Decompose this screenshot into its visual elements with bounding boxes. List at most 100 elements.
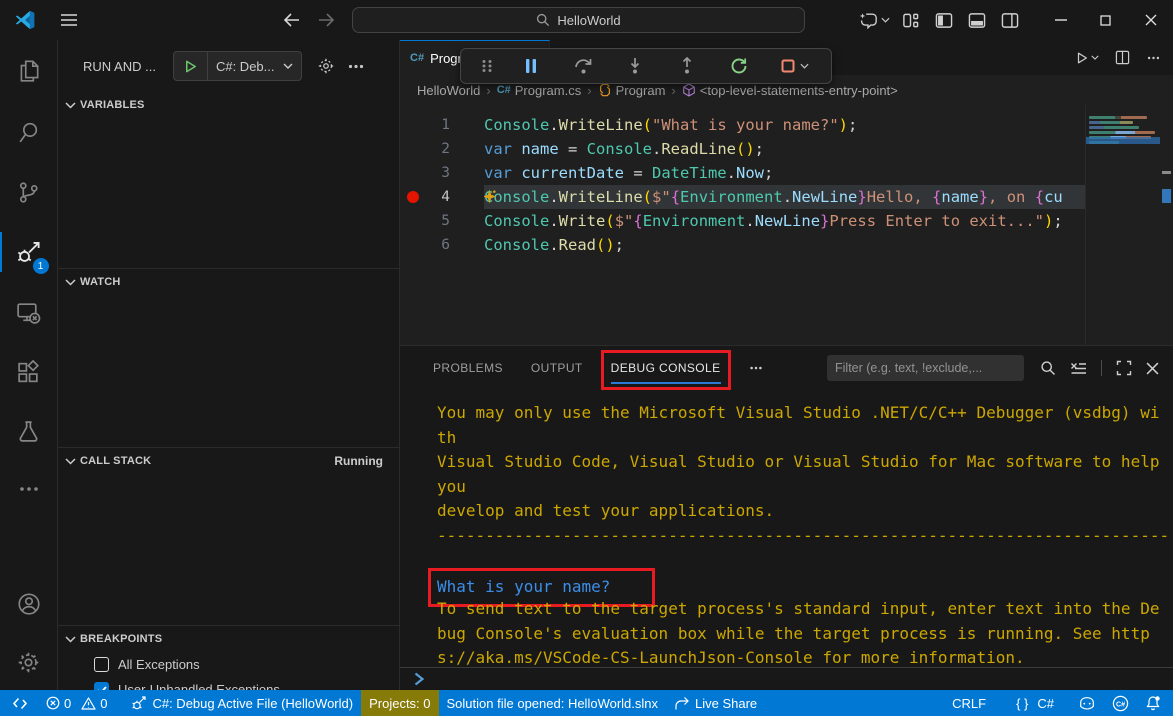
toggle-primary-sidebar-icon[interactable]	[927, 12, 960, 29]
watch-header[interactable]: WATCH	[58, 269, 399, 295]
chevron-right-icon: ›	[587, 83, 591, 98]
code-lines[interactable]: 1Console.WriteLine("What is your name?")…	[400, 105, 1085, 345]
step-into-button[interactable]	[609, 57, 661, 75]
code-line[interactable]: 2var name = Console.ReadLine();	[400, 137, 1085, 161]
breakpoint-gutter[interactable]	[400, 209, 426, 233]
breakpoint-row[interactable]: All Exceptions	[58, 652, 399, 677]
debug-console-output[interactable]: You may only use the Microsoft Visual St…	[400, 390, 1173, 667]
filter-input[interactable]	[835, 361, 1016, 375]
settings-button[interactable]	[0, 634, 58, 690]
sidebar-item-explorer[interactable]	[0, 40, 58, 102]
breakpoint-row[interactable]: User-Unhandled Exceptions	[58, 677, 399, 690]
breakpoint-indicator[interactable]	[400, 185, 426, 209]
code-text[interactable]: Console.Write($"{Environment.NewLine}Pre…	[484, 209, 1085, 233]
minimap[interactable]	[1085, 105, 1160, 345]
maximize-button[interactable]	[1083, 0, 1128, 40]
command-center-search[interactable]: HelloWorld	[352, 7, 805, 33]
chevron-down-icon[interactable]	[283, 63, 301, 69]
run-or-debug-button[interactable]	[1075, 51, 1099, 65]
title-bar: HelloWorld	[0, 0, 1173, 40]
step-over-button[interactable]	[557, 57, 609, 75]
notifications-bell-icon[interactable]	[1137, 690, 1173, 716]
code-line[interactable]: 3var currentDate = DateTime.Now;	[400, 161, 1085, 185]
sidebar-item-extensions[interactable]	[0, 342, 58, 402]
breakpoint-gutter[interactable]	[400, 161, 426, 185]
eol-indicator[interactable]: CRLF	[944, 690, 994, 716]
breadcrumb-project[interactable]: HelloWorld	[417, 83, 480, 98]
breakpoint-gutter[interactable]	[400, 113, 426, 137]
maximize-panel-icon[interactable]	[1116, 360, 1132, 376]
errors-warnings[interactable]: 0 0	[38, 690, 115, 716]
code-text[interactable]: Console.WriteLine($"{Environment.NewLine…	[484, 185, 1085, 209]
tab-debug-console[interactable]: DEBUG CONSOLE	[611, 346, 721, 390]
copilot-sparkle-icon[interactable]	[484, 189, 497, 204]
forward-arrow-icon[interactable]	[318, 13, 335, 27]
toggle-panel-icon[interactable]	[960, 12, 993, 29]
code-line[interactable]: 1Console.WriteLine("What is your name?")…	[400, 113, 1085, 137]
back-arrow-icon[interactable]	[283, 13, 300, 27]
start-debugging-button[interactable]	[174, 52, 208, 80]
stop-button[interactable]	[765, 58, 823, 74]
error-icon	[46, 696, 60, 710]
projects-status-item[interactable]: Projects: 0	[361, 690, 438, 716]
customize-layout-icon[interactable]	[894, 12, 927, 29]
code-line[interactable]: 6Console.Read();	[400, 233, 1085, 257]
restart-button[interactable]	[713, 57, 765, 75]
search-icon[interactable]	[1040, 360, 1056, 376]
toggle-secondary-sidebar-icon[interactable]	[993, 12, 1026, 29]
toolbar-drag-handle[interactable]	[469, 59, 505, 73]
menu-icon[interactable]	[60, 13, 78, 27]
breadcrumb-class[interactable]: Program	[598, 83, 666, 98]
sidebar-item-run-and-debug[interactable]: 1	[0, 222, 58, 282]
sidebar-item-source-control[interactable]	[0, 162, 58, 222]
tab-problems[interactable]: PROBLEMS	[433, 346, 503, 390]
csharp-extension-icon[interactable]: C#	[1104, 690, 1137, 716]
live-share-item[interactable]: Live Share	[666, 690, 765, 716]
code-text[interactable]: var name = Console.ReadLine();	[484, 137, 1085, 161]
sidebar-item-search[interactable]	[0, 102, 58, 162]
language-mode[interactable]: { } C#	[1008, 690, 1062, 716]
checkbox-checked[interactable]	[94, 682, 109, 690]
debug-status-item[interactable]: C#: Debug Active File (HelloWorld)	[123, 690, 361, 716]
account-button[interactable]	[0, 574, 58, 634]
console-filter[interactable]	[827, 355, 1024, 381]
checkbox-unchecked[interactable]	[94, 657, 109, 672]
debug-console-input[interactable]	[400, 667, 1173, 690]
call-stack-header[interactable]: CALL STACK Running	[58, 448, 399, 474]
breadcrumb-file[interactable]: C# Program.cs	[497, 83, 582, 98]
breakpoints-header[interactable]: BREAKPOINTS	[58, 626, 399, 652]
debug-launch-control: C#: Deb...	[173, 51, 302, 81]
console-line: develop and test your applications.	[437, 499, 1173, 524]
activity-more-actions[interactable]	[0, 460, 58, 518]
remote-indicator[interactable]	[2, 690, 38, 716]
minimize-button[interactable]	[1038, 0, 1083, 40]
code-editor[interactable]: 1Console.WriteLine("What is your name?")…	[400, 105, 1173, 345]
sidebar-more-actions-icon[interactable]	[348, 64, 364, 69]
solution-status-item[interactable]: Solution file opened: HelloWorld.slnx	[439, 690, 667, 716]
variables-header[interactable]: VARIABLES	[58, 92, 399, 118]
copilot-chat-icon[interactable]	[854, 12, 894, 29]
close-window-button[interactable]	[1128, 0, 1173, 40]
tab-output[interactable]: OUTPUT	[531, 346, 583, 390]
close-panel-icon[interactable]	[1146, 362, 1159, 375]
copilot-status-icon[interactable]	[1070, 690, 1104, 716]
code-line[interactable]: 4Console.WriteLine($"{Environment.NewLin…	[400, 185, 1085, 209]
breadcrumb-entry-point[interactable]: <top-level-statements-entry-point>	[682, 83, 898, 98]
code-line[interactable]: 5Console.Write($"{Environment.NewLine}Pr…	[400, 209, 1085, 233]
panel-more-tabs-icon[interactable]	[749, 366, 763, 370]
code-text[interactable]: Console.Read();	[484, 233, 1085, 257]
split-editor-icon[interactable]	[1115, 50, 1130, 65]
clear-console-icon[interactable]	[1070, 361, 1087, 376]
sidebar-item-testing[interactable]	[0, 402, 58, 460]
console-line: ----------------------------------------…	[437, 524, 1173, 549]
breakpoint-gutter[interactable]	[400, 233, 426, 257]
launch-settings-gear-icon[interactable]	[317, 57, 335, 75]
pause-button[interactable]	[505, 58, 557, 74]
sidebar-item-remote-explorer[interactable]	[0, 282, 58, 342]
editor-more-actions-icon[interactable]	[1146, 56, 1161, 60]
step-out-button[interactable]	[661, 57, 713, 75]
breakpoint-gutter[interactable]	[400, 137, 426, 161]
code-text[interactable]: var currentDate = DateTime.Now;	[484, 161, 1085, 185]
debug-configuration-dropdown[interactable]: C#: Deb...	[208, 59, 283, 74]
code-text[interactable]: Console.WriteLine("What is your name?");	[484, 113, 1085, 137]
